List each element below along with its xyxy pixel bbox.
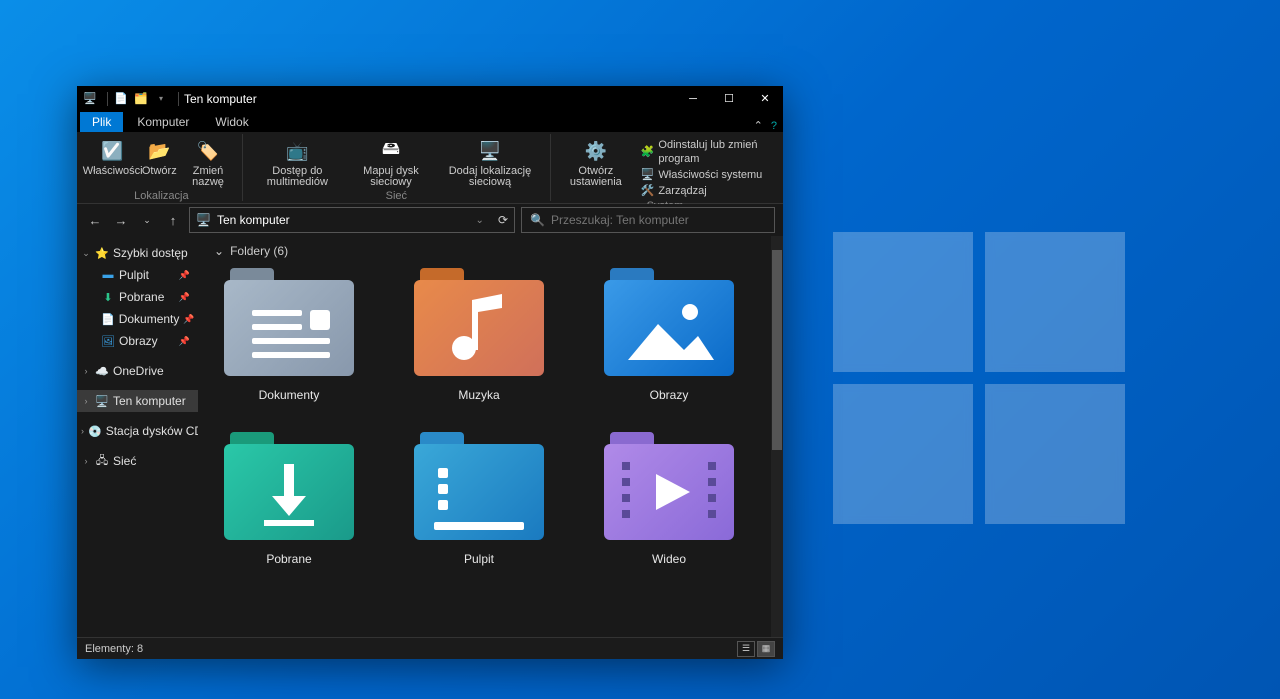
search-icon: 🔍 (530, 213, 545, 227)
folder-label: Pobrane (266, 552, 311, 566)
up-button[interactable]: ↑ (163, 210, 183, 230)
chevron-right-icon: › (81, 396, 91, 406)
pc-icon: 🖥️ (95, 395, 109, 408)
folder-label: Obrazy (650, 388, 689, 402)
close-button[interactable]: ✕ (747, 86, 783, 111)
sidebar-downloads[interactable]: ⬇Pobrane📌 (77, 286, 198, 308)
file-explorer-window: 🖥️ 📄 🗂️ ▾ Ten komputer ─ ☐ ✕ Plik Komput… (77, 86, 783, 659)
qa-dropdown-icon[interactable]: ▾ (153, 91, 169, 107)
search-input[interactable] (551, 213, 766, 227)
open-settings-button[interactable]: ⚙️Otwórz ustawienia (557, 136, 635, 200)
sidebar-cd-drive[interactable]: ›💿Stacja dysków CD (D:) (77, 420, 198, 442)
rename-button[interactable]: 🏷️Zmień nazwę (180, 136, 235, 190)
pc-icon: 🖥️ (82, 91, 98, 107)
tab-computer[interactable]: Komputer (125, 112, 201, 132)
folder-downloads[interactable]: Pobrane (214, 432, 364, 566)
navbar: ← → ⌄ ↑ 🖥️ Ten komputer ⌄ ⟳ 🔍 (77, 204, 783, 236)
back-button[interactable]: ← (85, 210, 105, 230)
titlebar[interactable]: 🖥️ 📄 🗂️ ▾ Ten komputer ─ ☐ ✕ (77, 86, 783, 111)
rename-icon: 🏷️ (195, 138, 221, 164)
minimize-button[interactable]: ─ (675, 86, 711, 111)
network-icon: 🖧 (95, 452, 109, 471)
chevron-down-icon: ⌄ (214, 244, 224, 258)
chevron-right-icon: › (81, 366, 91, 376)
folder-desktop[interactable]: Pulpit (404, 432, 554, 566)
folder-documents[interactable]: Dokumenty (214, 268, 364, 402)
pin-icon: 📌 (179, 336, 190, 347)
cloud-icon: ☁️ (95, 365, 109, 378)
address-text: Ten komputer (217, 213, 290, 227)
gear-icon: ⚙️ (583, 138, 609, 164)
system-properties-button[interactable]: 🖥️Właściwości systemu (641, 168, 769, 182)
history-dropdown[interactable]: ⌄ (137, 210, 157, 230)
ribbon-tabs: Plik Komputer Widok ⌃ ? (77, 111, 783, 132)
sidebar-pictures[interactable]: 🖼Obrazy📌 (77, 330, 198, 352)
folder-pictures[interactable]: Obrazy (594, 268, 744, 402)
properties-icon: ☑️ (100, 138, 126, 164)
folder-videos[interactable]: Wideo (594, 432, 744, 566)
add-location-icon: 🖥️ (477, 138, 503, 164)
open-button[interactable]: 📂Otwórz (140, 136, 178, 190)
refresh-button[interactable]: ⟳ (498, 213, 508, 227)
view-details-button[interactable]: ☰ (737, 641, 755, 657)
manage-icon: 🛠️ (641, 184, 655, 198)
sidebar-desktop[interactable]: ▬Pulpit📌 (77, 264, 198, 286)
map-drive-button[interactable]: 🖴Mapuj dysk sieciowy (348, 136, 434, 190)
add-location-button[interactable]: 🖥️Dodaj lokalizację sieciową (436, 136, 544, 190)
section-header[interactable]: ⌄Foldery (6) (214, 244, 767, 258)
sidebar-onedrive[interactable]: ›☁️OneDrive (77, 360, 198, 382)
collapse-ribbon-icon[interactable]: ⌃ (754, 119, 763, 132)
folder-music[interactable]: Muzyka (404, 268, 554, 402)
folder-label: Pulpit (464, 552, 494, 566)
pc-small-icon: 🗂️ (133, 91, 149, 107)
sidebar-documents[interactable]: 📄Dokumenty📌 (77, 308, 198, 330)
pin-icon: 📌 (183, 314, 194, 325)
map-drive-icon: 🖴 (378, 138, 404, 164)
open-icon: 📂 (146, 138, 172, 164)
window-title: Ten komputer (184, 92, 257, 106)
status-text: Elementy: 8 (85, 643, 143, 655)
chevron-down-icon: ⌄ (81, 248, 91, 259)
view-icons-button[interactable]: ▦ (757, 641, 775, 657)
manage-button[interactable]: 🛠️Zarządzaj (641, 184, 769, 198)
content-area: ⌄Foldery (6) Dokumenty Muzyka Obrazy (198, 236, 783, 637)
tab-file[interactable]: Plik (80, 112, 123, 132)
address-dropdown-icon[interactable]: ⌄ (476, 215, 484, 226)
sidebar-quick-access[interactable]: ⌄⭐Szybki dostęp (77, 242, 198, 264)
folder-label: Muzyka (458, 388, 499, 402)
status-bar: Elementy: 8 ☰ ▦ (77, 637, 783, 659)
forward-button[interactable]: → (111, 210, 131, 230)
uninstall-icon: 🧩 (641, 145, 655, 159)
search-bar[interactable]: 🔍 (521, 207, 775, 233)
disc-icon: 💿 (88, 425, 102, 438)
star-icon: ⭐ (95, 247, 109, 260)
scrollbar[interactable] (771, 236, 783, 637)
pin-icon: 📌 (179, 292, 190, 303)
sysprops-icon: 🖥️ (641, 168, 655, 182)
maximize-button[interactable]: ☐ (711, 86, 747, 111)
properties-button[interactable]: ☑️Właściwości (87, 136, 138, 190)
ribbon: ☑️Właściwości 📂Otwórz 🏷️Zmień nazwę Loka… (77, 132, 783, 204)
address-bar[interactable]: 🖥️ Ten komputer ⌄ ⟳ (189, 207, 515, 233)
doc-icon: 📄 (113, 91, 129, 107)
folder-label: Wideo (652, 552, 686, 566)
folder-label: Dokumenty (259, 388, 320, 402)
uninstall-button[interactable]: 🧩Odinstaluj lub zmień program (641, 138, 769, 166)
pin-icon: 📌 (179, 270, 190, 281)
pc-icon: 🖥️ (196, 213, 211, 227)
tab-view[interactable]: Widok (203, 112, 260, 132)
media-access-button[interactable]: 📺Dostęp do multimediów (249, 136, 346, 190)
windows-logo (833, 232, 1125, 524)
sidebar: ⌄⭐Szybki dostęp ▬Pulpit📌 ⬇Pobrane📌 📄Doku… (77, 236, 198, 637)
sidebar-this-pc[interactable]: ›🖥️Ten komputer (77, 390, 198, 412)
media-icon: 📺 (284, 138, 310, 164)
sidebar-network[interactable]: ›🖧Sieć (77, 450, 198, 472)
help-icon[interactable]: ? (771, 120, 777, 132)
